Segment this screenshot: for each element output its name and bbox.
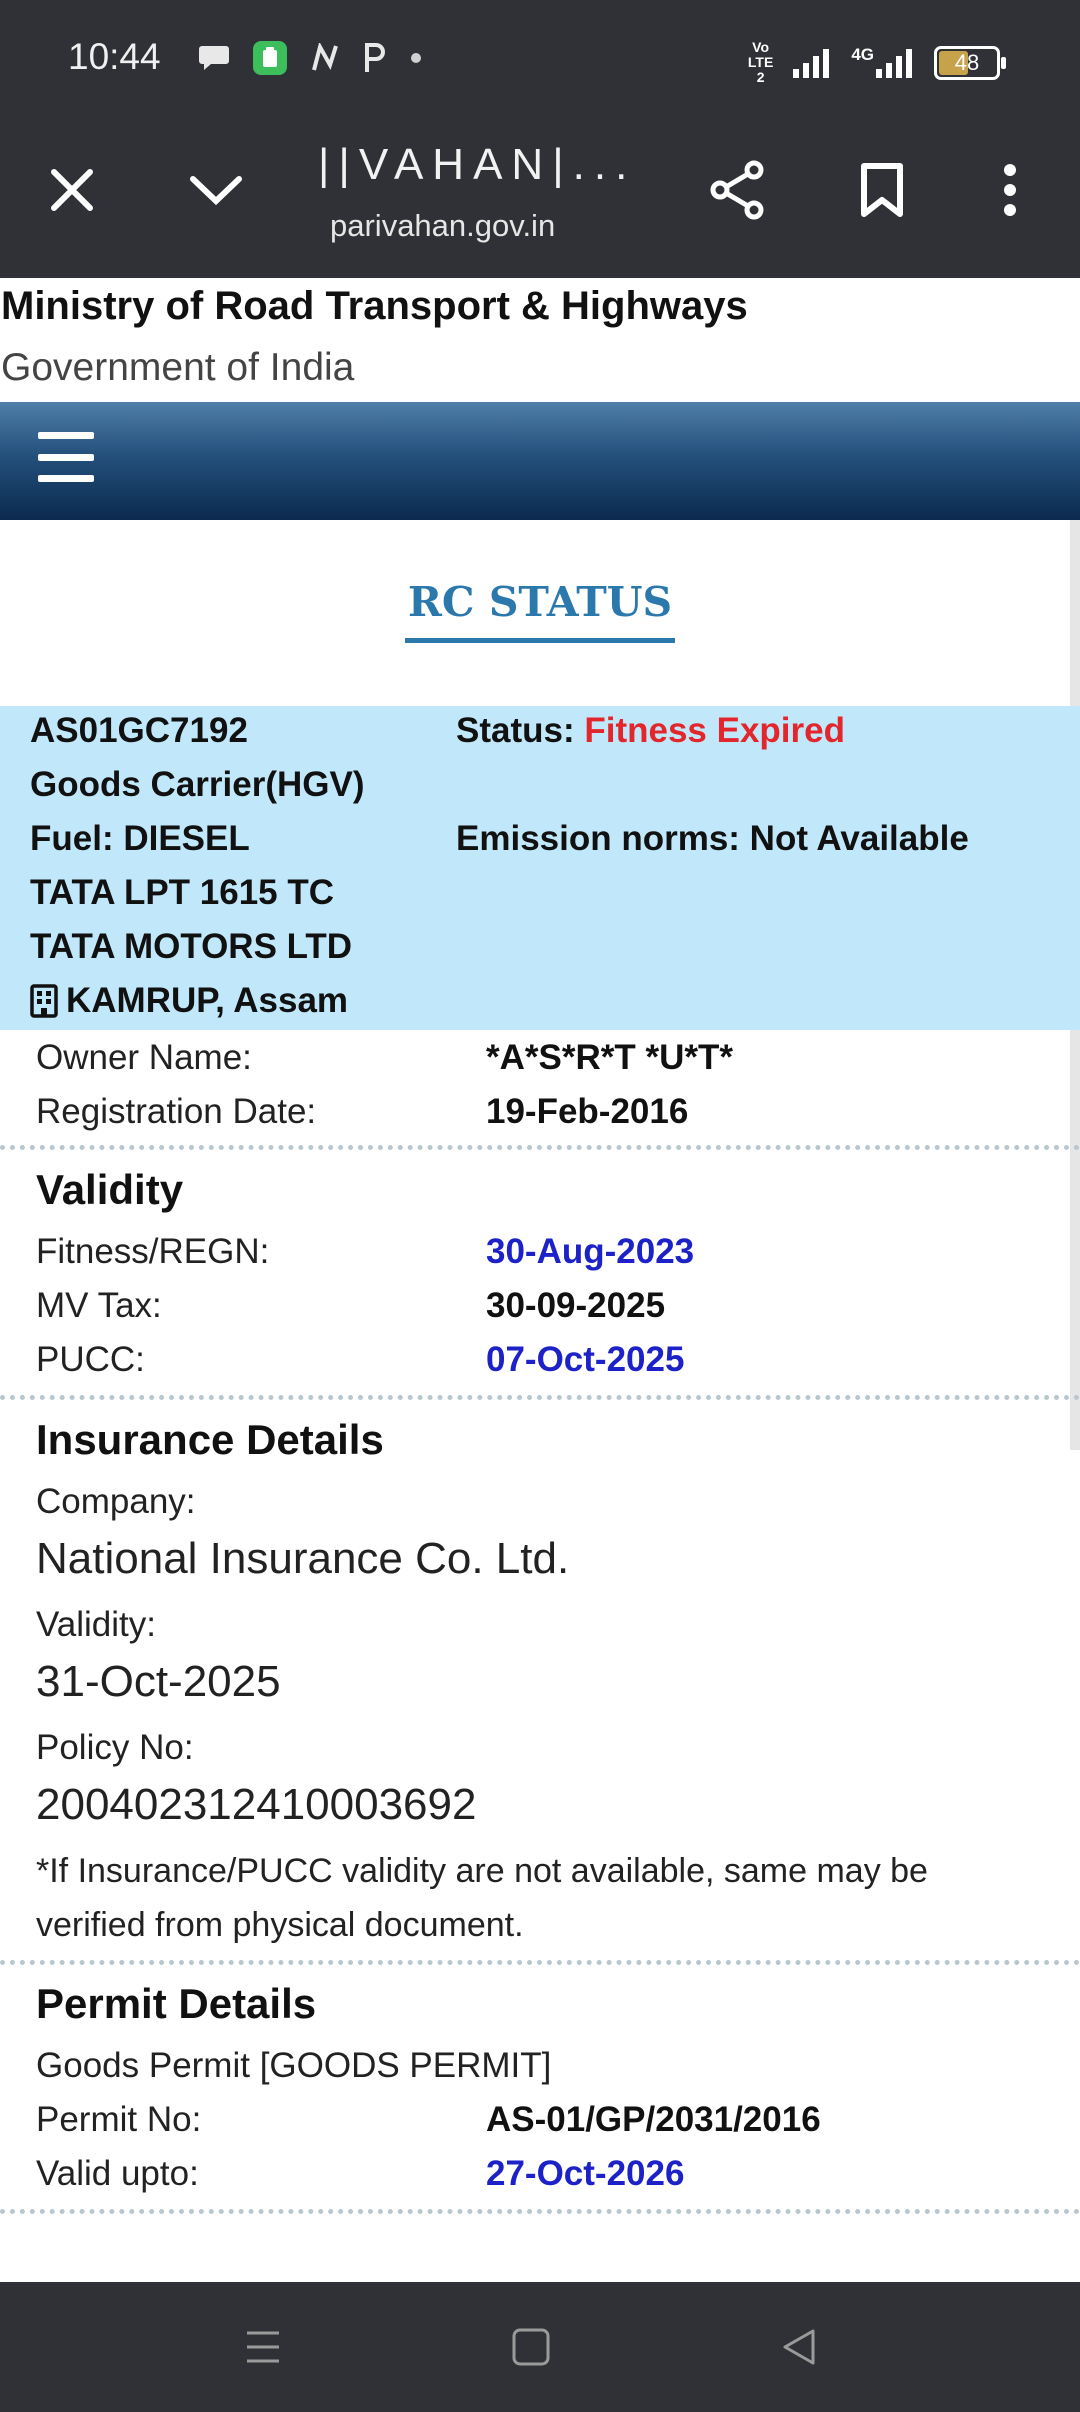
mv-tax-value: 30-09-2025 [486, 1286, 666, 1325]
volte-label: Vo LTE 2 [747, 39, 774, 85]
clock: 10:44 [68, 36, 161, 77]
chevron-down-icon [190, 176, 242, 206]
government-name: Government of India [1, 346, 355, 389]
insurance-company-value: National Insurance Co. Ltd. [36, 1534, 570, 1583]
bookmark-button[interactable] [850, 158, 914, 222]
signal-icon [793, 48, 830, 78]
permit-heading: Permit Details [36, 1980, 317, 2027]
insurance-validity-label: Validity: [36, 1605, 156, 1644]
insurance-heading: Insurance Details [36, 1416, 384, 1463]
recents-button[interactable] [238, 2324, 288, 2370]
divider [0, 1395, 1080, 1400]
fitness-value: 30-Aug-2023 [486, 1232, 695, 1271]
ministry-name: Ministry of Road Transport & Highways [1, 284, 748, 328]
policy-number-value: 200402312410003692 [36, 1780, 477, 1829]
back-button[interactable] [774, 2324, 824, 2370]
signal-icon-2 [876, 48, 912, 78]
divider [0, 1145, 1080, 1150]
dot-icon [411, 53, 421, 63]
menu-icon[interactable] [38, 432, 94, 482]
pucc-label: PUCC: [36, 1340, 145, 1379]
close-button[interactable] [40, 158, 104, 222]
registration-date-label: Registration Date: [36, 1092, 317, 1131]
browser-toolbar: ||VAHAN|... parivahan.gov.in [0, 118, 1080, 278]
chat-icon [199, 46, 229, 70]
n-icon [312, 43, 338, 71]
rto-text: KAMRUP, Assam [66, 981, 349, 1020]
fuel-type: Fuel: DIESEL [30, 819, 250, 858]
more-options-button[interactable] [978, 158, 1042, 222]
permit-valid-label: Valid upto: [36, 2154, 199, 2193]
insurance-note: *If Insurance/PUCC validity are not avai… [36, 1852, 928, 1944]
page-title: RC STATUS [407, 578, 673, 626]
square-icon [512, 2328, 550, 2366]
nav-bar [0, 402, 1080, 520]
notification-icons [198, 40, 422, 76]
status-bar: 10:44 Vo LTE 2 4G 48 [0, 0, 1080, 118]
p-icon [365, 43, 385, 72]
back-triangle-icon [783, 2329, 815, 2365]
battery-icon: 48 [934, 45, 1006, 80]
url-text[interactable]: parivahan.gov.in [330, 208, 555, 244]
status-value: Fitness Expired [584, 711, 845, 750]
validity-heading: Validity [36, 1166, 184, 1213]
app-icon [253, 41, 287, 75]
network-type: 4G [851, 46, 916, 79]
permit-type: Goods Permit [GOODS PERMIT] [36, 2046, 552, 2085]
vehicle-summary: AS01GC7192 Status: Fitness Expired Goods… [0, 706, 1080, 1030]
status-label: Status: [456, 711, 575, 750]
divider [0, 2209, 1080, 2214]
permit-number-label: Permit No: [36, 2100, 202, 2139]
mv-tax-label: MV Tax: [36, 1286, 162, 1325]
share-button[interactable] [706, 158, 770, 222]
system-nav-bar [0, 2282, 1080, 2412]
divider [0, 1960, 1080, 1965]
bookmark-icon [861, 163, 903, 217]
registration-number: AS01GC7192 [30, 711, 248, 750]
site-header: Ministry of Road Transport & Highways Go… [0, 278, 1080, 402]
insurance-company-label: Company: [36, 1482, 196, 1521]
home-button[interactable] [506, 2324, 556, 2370]
page-tab-title[interactable]: ||VAHAN|... [318, 140, 658, 190]
owner-name-value: *A*S*R*T *U*T* [486, 1038, 733, 1077]
insurance-validity-value: 31-Oct-2025 [36, 1657, 281, 1706]
policy-number-label: Policy No: [36, 1728, 194, 1767]
building-icon [30, 984, 58, 1018]
more-vertical-icon [1004, 164, 1016, 216]
system-icons: Vo LTE 2 4G 48 [747, 39, 1006, 85]
rto-location: KAMRUP, Assam [30, 981, 348, 1021]
title-underline [405, 638, 675, 643]
emission-norms: Emission norms: Not Available [456, 819, 969, 858]
registration-date-value: 19-Feb-2016 [486, 1092, 689, 1131]
permit-valid-value: 27-Oct-2026 [486, 2154, 685, 2193]
pucc-value: 07-Oct-2025 [486, 1340, 685, 1379]
close-icon [51, 169, 93, 211]
owner-name-label: Owner Name: [36, 1038, 252, 1077]
vehicle-maker: TATA MOTORS LTD [30, 927, 353, 966]
menu-lines-icon [247, 2331, 279, 2363]
status: Status: Fitness Expired [456, 711, 845, 751]
vehicle-class: Goods Carrier(HGV) [30, 765, 365, 804]
fitness-label: Fitness/REGN: [36, 1232, 270, 1271]
share-icon [710, 160, 764, 220]
collapse-button[interactable] [184, 158, 248, 222]
permit-number-value: AS-01/GP/2031/2016 [486, 2100, 821, 2139]
vehicle-model: TATA LPT 1615 TC [30, 873, 335, 912]
